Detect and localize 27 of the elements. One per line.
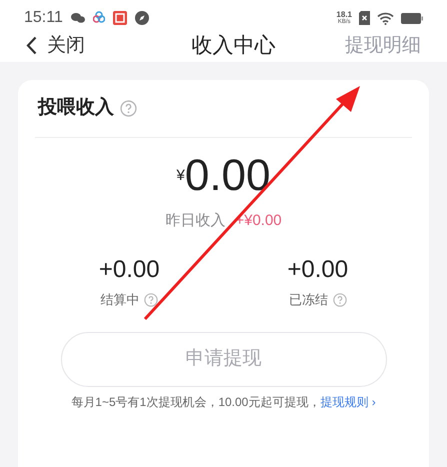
yesterday-value: +¥0.00 <box>235 210 282 230</box>
back-chevron-icon <box>26 36 37 56</box>
withdrawal-rules-link[interactable]: 提现规则 › <box>320 392 376 410</box>
help-icon[interactable] <box>332 292 347 307</box>
stat-value: +0.00 <box>287 258 348 282</box>
network-speed: 18.1 <box>336 11 352 19</box>
currency-symbol: ¥ <box>176 166 185 186</box>
total-amount: 0.00 <box>184 154 270 198</box>
card-title: 投喂收入 <box>38 96 114 120</box>
help-icon[interactable] <box>120 100 137 116</box>
stat-value: +0.00 <box>98 258 160 282</box>
chat-bubbles-icon <box>70 12 85 24</box>
battery-icon <box>401 12 423 24</box>
yesterday-label: 昨日收入 <box>165 210 226 230</box>
help-icon[interactable] <box>144 292 158 307</box>
clover-icon <box>92 11 105 25</box>
stat-label: 已冻结 <box>288 291 328 309</box>
status-time: 15:11 <box>24 8 63 28</box>
close-button[interactable]: 关闭 <box>26 32 146 60</box>
wifi-icon <box>377 12 394 24</box>
sim-card-icon <box>359 11 370 25</box>
compass-icon <box>134 11 149 25</box>
withdrawal-details-link[interactable]: 提现明细 <box>311 32 421 60</box>
page-title: 收入中心 <box>190 33 276 59</box>
app-icon <box>112 11 127 25</box>
withdrawal-note: 每月1~5号有1次提现机会，10.00元起可提现， <box>71 394 320 410</box>
stat-label: 结算中 <box>100 291 140 309</box>
